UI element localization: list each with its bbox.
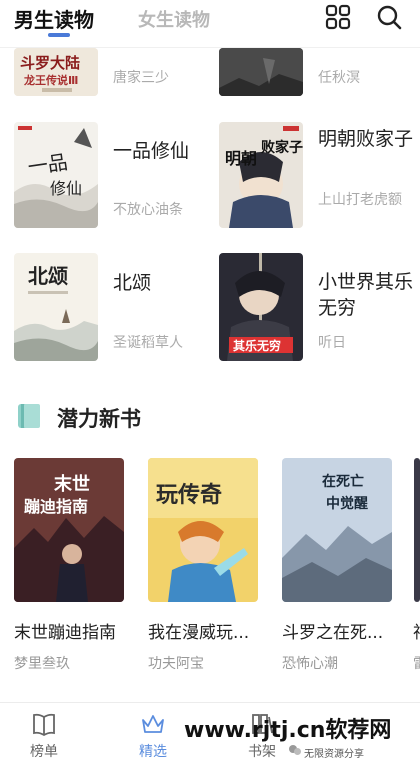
svg-text:败家子: 败家子 [261, 139, 303, 156]
book-author: 唐家三少 [113, 70, 169, 86]
book-title[interactable]: 斗罗之在死... [282, 618, 406, 643]
svg-text:玩传奇: 玩传奇 [156, 482, 222, 508]
nav-label: 精选 [139, 744, 167, 760]
book-title[interactable]: 明朝败家子 [318, 126, 414, 152]
book-author: 不放心油条 [113, 202, 183, 218]
nav-item-featured[interactable]: 精选 [123, 711, 183, 761]
book-cover-moshi[interactable]: 末世 蹦迪指南 [14, 458, 124, 602]
book-cover-wanchuanqi[interactable]: 玩传奇 [148, 458, 258, 602]
book-author: 上山打老虎额 [318, 192, 402, 208]
svg-text:中觉醒: 中觉醒 [326, 495, 368, 512]
svg-text:修仙: 修仙 [50, 179, 82, 198]
nav-label: 书架 [248, 744, 276, 760]
book-cover-douluo[interactable]: 斗罗大陆 龙王传说Ⅲ [14, 48, 98, 96]
active-tab-indicator [48, 33, 70, 37]
tab-female-reading[interactable]: 女生读物 [138, 6, 210, 32]
svg-text:北颂: 北颂 [28, 264, 68, 288]
book-title[interactable]: 神 [413, 618, 420, 643]
top-header: 男生读物 女生读物 [0, 0, 420, 48]
book-title[interactable]: 一品修仙 [113, 138, 189, 164]
svg-text:明朝: 明朝 [225, 149, 257, 168]
book-cover-xiaoshijie[interactable]: 其乐无穷 [219, 253, 303, 361]
cover-subtitle-text: 龙王传说Ⅲ [23, 73, 78, 87]
section-title: 潜力新书 [57, 407, 141, 431]
book-title[interactable]: 我在漫威玩... [148, 618, 272, 643]
svg-text:末世: 末世 [54, 473, 90, 495]
watermark-text: www.rjtj.cn软荐网 [184, 718, 392, 743]
book-author: 梦里叁玖 [14, 656, 70, 672]
wechat-icon [289, 745, 301, 755]
book-title[interactable]: 北颂 [113, 270, 151, 296]
book-cover-partial-right[interactable] [219, 48, 303, 96]
watermark-note: 无限资源分享 [304, 749, 364, 760]
search-icon[interactable] [376, 4, 402, 30]
book-author: 圣诞稻草人 [113, 335, 183, 351]
book-author: 任秋溟 [318, 70, 360, 86]
book-title[interactable]: 小世界其乐无穷 [318, 269, 414, 321]
nav-item-ranking[interactable]: 榜单 [14, 711, 74, 761]
svg-text:其乐无穷: 其乐无穷 [233, 338, 281, 353]
tab-male-reading[interactable]: 男生读物 [14, 4, 94, 33]
book-cover-beisong[interactable]: 北颂 [14, 253, 98, 361]
category-grid-icon[interactable] [325, 4, 351, 30]
svg-text:蹦迪指南: 蹦迪指南 [24, 497, 88, 516]
book-cover-yipinxiuxian[interactable]: 一品 修仙 [14, 122, 98, 228]
book-cover-mingchao[interactable]: 明朝 败家子 [219, 122, 303, 228]
book-cover-douluo-siwang[interactable]: 在死亡 中觉醒 [282, 458, 392, 602]
book-author: 恐怖心潮 [282, 656, 338, 672]
svg-text:在死亡: 在死亡 [322, 473, 364, 490]
book-title[interactable]: 末世蹦迪指南 [14, 618, 138, 643]
book-author: 听日 [318, 335, 346, 351]
book-section-icon [18, 404, 40, 428]
crown-icon [142, 715, 164, 733]
book-cover-partial[interactable] [414, 458, 420, 602]
nav-label: 榜单 [30, 744, 58, 760]
book-author: 雷 [413, 653, 420, 673]
cover-title-text: 斗罗大陆 [20, 54, 80, 72]
book-author: 功夫阿宝 [148, 656, 204, 672]
book-open-icon [33, 713, 55, 737]
